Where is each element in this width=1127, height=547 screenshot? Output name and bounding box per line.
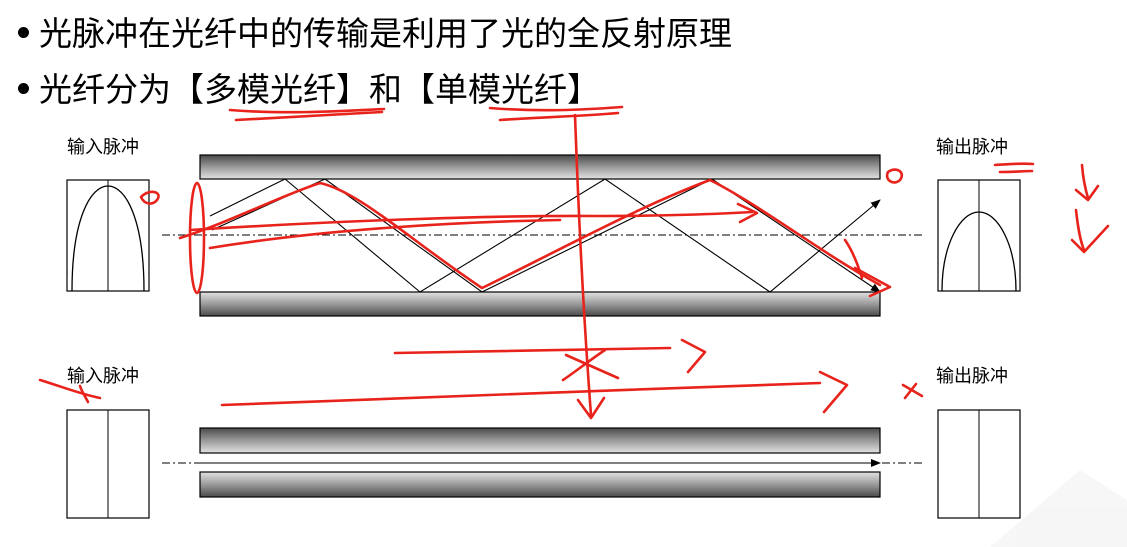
cladding-top	[199, 154, 881, 180]
red-arrow-singlemode-head	[680, 338, 707, 374]
down-arrow	[1080, 163, 1090, 200]
multimode-fiber	[162, 154, 925, 317]
cladding-bottom	[199, 291, 881, 317]
cross-mark	[561, 348, 607, 382]
red-arrow-singlemode	[393, 346, 672, 355]
underline-singlemode	[498, 111, 620, 122]
red-arrow-singlemode-head	[818, 370, 849, 414]
cladding-top	[199, 427, 881, 454]
underline-multimode	[228, 107, 386, 114]
red-arrow-singlemode	[220, 381, 822, 407]
singlemode-fiber	[162, 427, 925, 498]
multimode-input-pulse	[66, 179, 150, 292]
red-ray	[208, 218, 562, 250]
multimode-output-pulse	[937, 179, 1021, 292]
red-ray	[843, 238, 864, 280]
cross-mark-input	[38, 378, 102, 400]
singlemode-input-pulse	[66, 409, 150, 519]
cladding-bottom	[199, 471, 881, 498]
output-underline	[993, 162, 1035, 167]
underline-singlemode	[488, 105, 624, 112]
red-ray	[178, 178, 882, 290]
red-ray	[188, 210, 754, 232]
output-underline	[998, 169, 1034, 174]
down-arrow-head	[1070, 224, 1110, 254]
output-mark	[885, 168, 904, 184]
input-ellipse	[188, 181, 206, 295]
singlemode-output-pulse	[937, 409, 1021, 519]
fiber-diagram	[38, 105, 1127, 547]
